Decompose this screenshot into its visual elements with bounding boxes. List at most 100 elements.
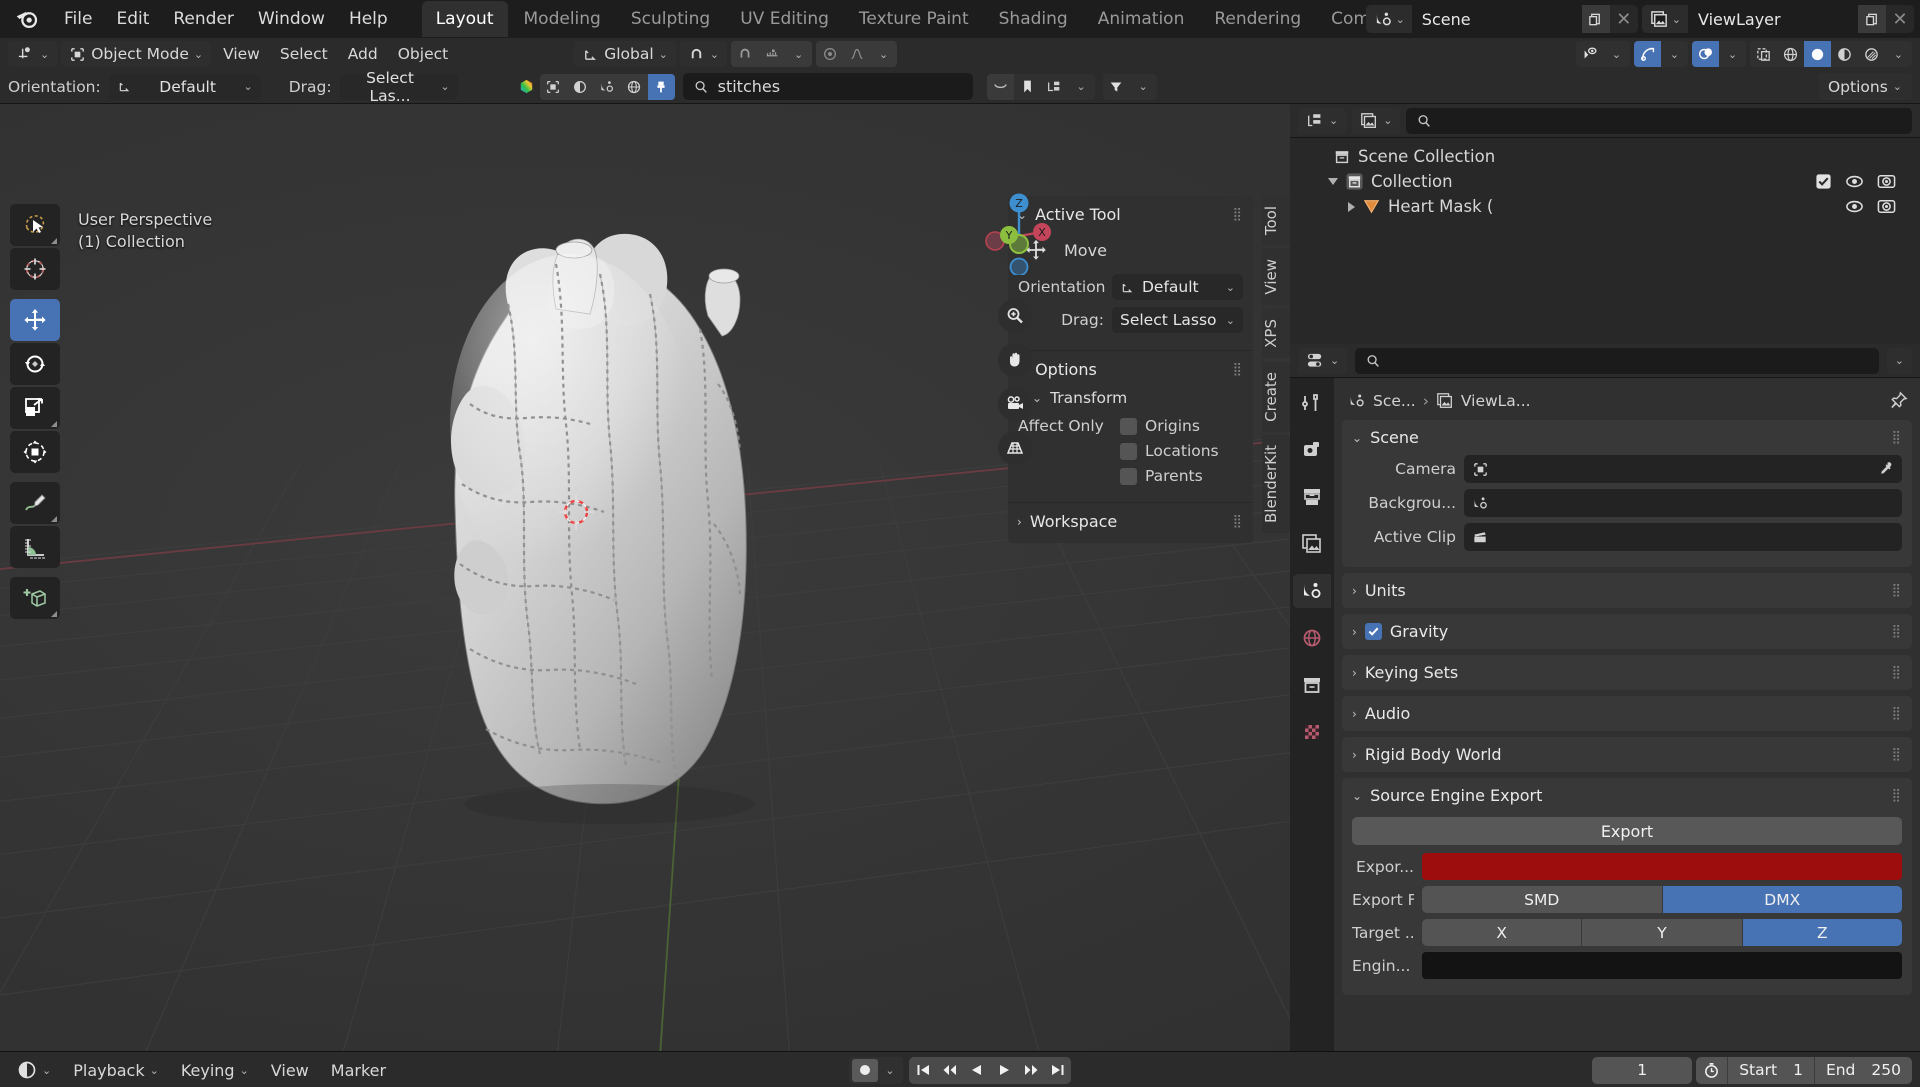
transform-tool[interactable] — [10, 431, 60, 473]
gizmo-icon[interactable] — [1634, 41, 1661, 67]
viewlayer-name-field[interactable]: ViewLayer — [1688, 5, 1858, 33]
viewport-menu-add[interactable]: Add — [340, 41, 386, 67]
rigid-body-world-panel[interactable]: › Rigid Body World ⣿ — [1342, 737, 1912, 772]
camera-field[interactable] — [1464, 455, 1902, 483]
add-cube-tool[interactable] — [10, 577, 60, 619]
npanel-orientation-dropdown[interactable]: Default ⌄ — [1112, 274, 1243, 300]
camera-eyedropper-icon[interactable] — [1877, 461, 1894, 478]
collapse-icon[interactable] — [986, 73, 1014, 100]
3d-viewport[interactable]: User Perspective (1) Collection Y X Z ⌄ … — [0, 104, 1290, 1051]
scale-tool[interactable] — [10, 387, 60, 429]
tool-drag-dropdown[interactable]: Select Las... ⌄ — [339, 69, 458, 105]
outliner-search-input[interactable] — [1406, 107, 1912, 134]
outliner-display-icon[interactable]: ⌄ — [1298, 107, 1347, 134]
falloff-curve-icon[interactable] — [843, 41, 871, 67]
snap-increment-icon[interactable] — [758, 41, 786, 67]
workspace-tab-sculpting[interactable]: Sculpting — [617, 1, 724, 37]
cursor-tool[interactable] — [10, 248, 60, 290]
pin-icon[interactable] — [1889, 391, 1908, 410]
navigation-gizmo[interactable]: Y X Z — [976, 189, 1062, 275]
shading-rendered-icon[interactable] — [1858, 41, 1885, 67]
filter-chevron-icon[interactable]: ⌄ — [1130, 74, 1157, 100]
tweak-select-tool[interactable] — [10, 204, 60, 246]
scene-panel-header[interactable]: ⌄ Scene ⣿ — [1342, 420, 1912, 455]
end-frame-field[interactable]: End 250 — [1813, 1056, 1912, 1084]
workspace-tab-layout[interactable]: Layout — [421, 1, 508, 37]
expand-heart-mask-icon[interactable] — [1348, 201, 1355, 212]
menu-edit[interactable]: Edit — [104, 4, 161, 34]
active-clip-field[interactable] — [1464, 523, 1902, 551]
auto-keying-group[interactable]: ⌄ — [849, 1056, 903, 1084]
keying-sets-panel[interactable]: › Keying Sets ⣿ — [1342, 655, 1912, 690]
units-panel-header[interactable]: › Units ⣿ — [1342, 573, 1912, 608]
scene-selector[interactable]: ⌄ Scene ✕ — [1365, 5, 1638, 33]
timeline-menu-keying[interactable]: Keying ⌄ — [172, 1057, 258, 1084]
measure-tool[interactable] — [10, 526, 60, 568]
properties-editor-icon[interactable]: ⌄ — [1298, 347, 1348, 374]
export-format-toggle[interactable]: SMD DMX — [1422, 886, 1902, 913]
object-mode-dropdown[interactable]: Object Mode ⌄ — [61, 41, 212, 67]
world-icon[interactable] — [620, 73, 648, 100]
gravity-checkbox[interactable] — [1364, 623, 1382, 640]
scene-icon[interactable] — [593, 73, 621, 100]
source-engine-export-header[interactable]: ⌄ Source Engine Export ⣿ — [1342, 778, 1912, 813]
mask-icon[interactable] — [566, 73, 594, 100]
auto-keying-chevron-icon[interactable]: ⌄ — [880, 1064, 900, 1077]
eye-icon[interactable] — [1845, 172, 1864, 191]
close-scene-button[interactable]: ✕ — [1610, 5, 1638, 33]
background-scene-field[interactable] — [1464, 489, 1902, 517]
scene-data-icon[interactable]: ⌄ — [1365, 5, 1412, 33]
shading-wireframe-icon[interactable] — [1777, 41, 1804, 67]
menu-window[interactable]: Window — [246, 4, 337, 34]
object-visibility-group[interactable]: ⌄ — [1576, 41, 1630, 67]
mode-icon-group[interactable] — [539, 73, 675, 100]
jump-end-icon[interactable] — [1044, 1057, 1071, 1084]
npanel-drag-dropdown[interactable]: Select Lasso ⌄ — [1112, 307, 1243, 333]
target-axis-y[interactable]: Y — [1582, 919, 1742, 946]
rotate-tool[interactable] — [10, 343, 60, 385]
render-tab[interactable] — [1293, 433, 1331, 467]
options-dropdown[interactable]: Options ⌄ — [1817, 73, 1912, 100]
proportional-edit-icon[interactable] — [816, 41, 844, 67]
gizmo-group[interactable]: ⌄ — [1634, 41, 1688, 67]
timeline-menu-marker[interactable]: Marker — [322, 1057, 395, 1084]
overlays-chevron-icon[interactable]: ⌄ — [1719, 41, 1746, 67]
workspace-tab-rendering[interactable]: Rendering — [1200, 1, 1315, 37]
use-preview-range-icon[interactable] — [1696, 1057, 1727, 1084]
audio-panel[interactable]: › Audio ⣿ — [1342, 696, 1912, 731]
options-panel-header[interactable]: ⌄ Options ⣿ — [1008, 351, 1253, 387]
origins-checkbox[interactable] — [1120, 417, 1137, 435]
filter-funnel-icon[interactable] — [1103, 74, 1130, 100]
close-viewlayer-button[interactable]: ✕ — [1886, 5, 1914, 33]
play-reverse-icon[interactable] — [963, 1057, 990, 1084]
world-tab[interactable] — [1293, 621, 1331, 655]
snap-chevron-icon[interactable]: ⌄ — [785, 41, 813, 67]
target-axis-toggle[interactable]: X Y Z — [1422, 919, 1902, 946]
parents-checkbox[interactable] — [1120, 467, 1137, 485]
view-layer-icon[interactable]: ⌄ — [1641, 5, 1688, 33]
pan-hand-icon[interactable] — [998, 343, 1032, 377]
camera-icon[interactable] — [1877, 172, 1896, 191]
display-mode-icon[interactable] — [1041, 74, 1068, 100]
properties-search-input[interactable] — [1355, 347, 1879, 374]
export-button[interactable]: Export — [1352, 817, 1902, 845]
workspace-tab-modeling[interactable]: Modeling — [510, 1, 615, 37]
viewport-menu-view[interactable]: View — [215, 41, 268, 67]
filter-group[interactable]: ⌄ — [1102, 73, 1157, 100]
current-frame-field[interactable]: 1 — [1592, 1056, 1693, 1084]
snap-magnet-icon[interactable] — [731, 41, 759, 67]
tab-tool[interactable]: Tool — [1262, 196, 1290, 246]
transform-orientation-dropdown[interactable]: Global ⌄ — [574, 41, 676, 67]
checkbox-icon[interactable] — [1815, 173, 1832, 190]
menu-file[interactable]: File — [52, 4, 104, 34]
tool-orientation-dropdown[interactable]: Default ⌄ — [108, 73, 261, 100]
record-icon[interactable] — [852, 1058, 878, 1082]
workspace-panel-header[interactable]: › Workspace ⣿ — [1008, 503, 1253, 539]
breadcrumb-scene[interactable]: Sce... — [1373, 392, 1416, 410]
menu-help[interactable]: Help — [337, 4, 400, 34]
eye-icon[interactable] — [1845, 197, 1864, 216]
gizmo-chevron-icon[interactable]: ⌄ — [1661, 41, 1688, 67]
viewport-menu-select[interactable]: Select — [272, 41, 336, 67]
collection-tab[interactable] — [1293, 668, 1331, 702]
shading-group[interactable]: ⌄ — [1750, 41, 1912, 67]
